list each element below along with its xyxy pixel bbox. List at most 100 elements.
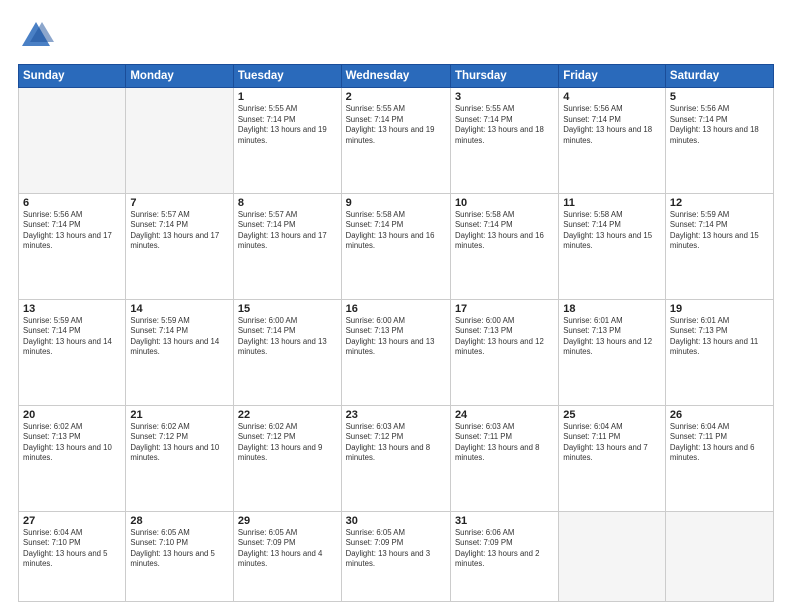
day-number: 20 — [23, 409, 121, 421]
calendar-cell — [559, 511, 666, 601]
logo — [18, 18, 58, 54]
week-row-1: 1Sunrise: 5:55 AM Sunset: 7:14 PM Daylig… — [19, 88, 774, 194]
weekday-header-row: SundayMondayTuesdayWednesdayThursdayFrid… — [19, 65, 774, 88]
week-row-2: 6Sunrise: 5:56 AM Sunset: 7:14 PM Daylig… — [19, 193, 774, 299]
weekday-header-thursday: Thursday — [450, 65, 558, 88]
day-info: Sunrise: 6:04 AM Sunset: 7:11 PM Dayligh… — [563, 422, 661, 464]
day-number: 18 — [563, 303, 661, 315]
day-info: Sunrise: 5:56 AM Sunset: 7:14 PM Dayligh… — [23, 210, 121, 252]
weekday-header-tuesday: Tuesday — [233, 65, 341, 88]
day-number: 29 — [238, 515, 337, 527]
day-info: Sunrise: 6:05 AM Sunset: 7:09 PM Dayligh… — [238, 528, 337, 570]
calendar-cell: 1Sunrise: 5:55 AM Sunset: 7:14 PM Daylig… — [233, 88, 341, 194]
day-number: 2 — [346, 91, 446, 103]
day-number: 15 — [238, 303, 337, 315]
calendar-cell: 29Sunrise: 6:05 AM Sunset: 7:09 PM Dayli… — [233, 511, 341, 601]
calendar-cell: 9Sunrise: 5:58 AM Sunset: 7:14 PM Daylig… — [341, 193, 450, 299]
day-number: 4 — [563, 91, 661, 103]
weekday-header-wednesday: Wednesday — [341, 65, 450, 88]
calendar-cell: 5Sunrise: 5:56 AM Sunset: 7:14 PM Daylig… — [665, 88, 773, 194]
day-info: Sunrise: 6:05 AM Sunset: 7:10 PM Dayligh… — [130, 528, 229, 570]
day-number: 11 — [563, 197, 661, 209]
day-info: Sunrise: 5:58 AM Sunset: 7:14 PM Dayligh… — [346, 210, 446, 252]
week-row-3: 13Sunrise: 5:59 AM Sunset: 7:14 PM Dayli… — [19, 299, 774, 405]
calendar-cell: 23Sunrise: 6:03 AM Sunset: 7:12 PM Dayli… — [341, 405, 450, 511]
weekday-header-sunday: Sunday — [19, 65, 126, 88]
day-number: 28 — [130, 515, 229, 527]
calendar-cell: 10Sunrise: 5:58 AM Sunset: 7:14 PM Dayli… — [450, 193, 558, 299]
day-number: 24 — [455, 409, 554, 421]
calendar-page: SundayMondayTuesdayWednesdayThursdayFrid… — [0, 0, 792, 612]
calendar-cell: 20Sunrise: 6:02 AM Sunset: 7:13 PM Dayli… — [19, 405, 126, 511]
day-number: 7 — [130, 197, 229, 209]
day-info: Sunrise: 6:03 AM Sunset: 7:12 PM Dayligh… — [346, 422, 446, 464]
calendar-cell: 31Sunrise: 6:06 AM Sunset: 7:09 PM Dayli… — [450, 511, 558, 601]
day-number: 21 — [130, 409, 229, 421]
logo-icon — [18, 18, 54, 54]
day-number: 13 — [23, 303, 121, 315]
calendar-cell: 22Sunrise: 6:02 AM Sunset: 7:12 PM Dayli… — [233, 405, 341, 511]
calendar-cell: 11Sunrise: 5:58 AM Sunset: 7:14 PM Dayli… — [559, 193, 666, 299]
calendar-cell — [665, 511, 773, 601]
day-info: Sunrise: 5:57 AM Sunset: 7:14 PM Dayligh… — [130, 210, 229, 252]
day-info: Sunrise: 5:58 AM Sunset: 7:14 PM Dayligh… — [455, 210, 554, 252]
calendar-cell: 2Sunrise: 5:55 AM Sunset: 7:14 PM Daylig… — [341, 88, 450, 194]
calendar-cell: 14Sunrise: 5:59 AM Sunset: 7:14 PM Dayli… — [126, 299, 234, 405]
day-number: 25 — [563, 409, 661, 421]
day-info: Sunrise: 6:00 AM Sunset: 7:13 PM Dayligh… — [455, 316, 554, 358]
calendar-cell: 13Sunrise: 5:59 AM Sunset: 7:14 PM Dayli… — [19, 299, 126, 405]
day-number: 1 — [238, 91, 337, 103]
calendar-cell: 21Sunrise: 6:02 AM Sunset: 7:12 PM Dayli… — [126, 405, 234, 511]
calendar-cell: 15Sunrise: 6:00 AM Sunset: 7:14 PM Dayli… — [233, 299, 341, 405]
calendar-cell: 17Sunrise: 6:00 AM Sunset: 7:13 PM Dayli… — [450, 299, 558, 405]
day-number: 17 — [455, 303, 554, 315]
day-info: Sunrise: 5:55 AM Sunset: 7:14 PM Dayligh… — [455, 104, 554, 146]
calendar-cell — [126, 88, 234, 194]
day-info: Sunrise: 6:04 AM Sunset: 7:11 PM Dayligh… — [670, 422, 769, 464]
day-number: 14 — [130, 303, 229, 315]
day-info: Sunrise: 6:02 AM Sunset: 7:12 PM Dayligh… — [130, 422, 229, 464]
day-info: Sunrise: 5:58 AM Sunset: 7:14 PM Dayligh… — [563, 210, 661, 252]
day-info: Sunrise: 5:55 AM Sunset: 7:14 PM Dayligh… — [346, 104, 446, 146]
calendar-cell: 8Sunrise: 5:57 AM Sunset: 7:14 PM Daylig… — [233, 193, 341, 299]
day-info: Sunrise: 6:01 AM Sunset: 7:13 PM Dayligh… — [670, 316, 769, 358]
header — [18, 18, 774, 54]
day-number: 19 — [670, 303, 769, 315]
day-info: Sunrise: 5:56 AM Sunset: 7:14 PM Dayligh… — [670, 104, 769, 146]
day-number: 3 — [455, 91, 554, 103]
day-number: 26 — [670, 409, 769, 421]
calendar-cell: 7Sunrise: 5:57 AM Sunset: 7:14 PM Daylig… — [126, 193, 234, 299]
calendar-cell: 28Sunrise: 6:05 AM Sunset: 7:10 PM Dayli… — [126, 511, 234, 601]
day-number: 16 — [346, 303, 446, 315]
day-info: Sunrise: 5:55 AM Sunset: 7:14 PM Dayligh… — [238, 104, 337, 146]
calendar-cell: 18Sunrise: 6:01 AM Sunset: 7:13 PM Dayli… — [559, 299, 666, 405]
calendar-cell: 3Sunrise: 5:55 AM Sunset: 7:14 PM Daylig… — [450, 88, 558, 194]
day-info: Sunrise: 5:59 AM Sunset: 7:14 PM Dayligh… — [23, 316, 121, 358]
day-info: Sunrise: 6:02 AM Sunset: 7:13 PM Dayligh… — [23, 422, 121, 464]
week-row-4: 20Sunrise: 6:02 AM Sunset: 7:13 PM Dayli… — [19, 405, 774, 511]
day-info: Sunrise: 6:00 AM Sunset: 7:14 PM Dayligh… — [238, 316, 337, 358]
day-number: 12 — [670, 197, 769, 209]
calendar-cell: 12Sunrise: 5:59 AM Sunset: 7:14 PM Dayli… — [665, 193, 773, 299]
day-number: 6 — [23, 197, 121, 209]
day-info: Sunrise: 6:01 AM Sunset: 7:13 PM Dayligh… — [563, 316, 661, 358]
calendar-cell: 4Sunrise: 5:56 AM Sunset: 7:14 PM Daylig… — [559, 88, 666, 194]
calendar-cell: 24Sunrise: 6:03 AM Sunset: 7:11 PM Dayli… — [450, 405, 558, 511]
day-info: Sunrise: 6:06 AM Sunset: 7:09 PM Dayligh… — [455, 528, 554, 570]
day-number: 8 — [238, 197, 337, 209]
day-info: Sunrise: 6:04 AM Sunset: 7:10 PM Dayligh… — [23, 528, 121, 570]
weekday-header-saturday: Saturday — [665, 65, 773, 88]
day-number: 10 — [455, 197, 554, 209]
week-row-5: 27Sunrise: 6:04 AM Sunset: 7:10 PM Dayli… — [19, 511, 774, 601]
calendar-cell: 6Sunrise: 5:56 AM Sunset: 7:14 PM Daylig… — [19, 193, 126, 299]
weekday-header-friday: Friday — [559, 65, 666, 88]
day-number: 30 — [346, 515, 446, 527]
day-number: 23 — [346, 409, 446, 421]
day-info: Sunrise: 5:56 AM Sunset: 7:14 PM Dayligh… — [563, 104, 661, 146]
day-info: Sunrise: 6:03 AM Sunset: 7:11 PM Dayligh… — [455, 422, 554, 464]
calendar-cell: 30Sunrise: 6:05 AM Sunset: 7:09 PM Dayli… — [341, 511, 450, 601]
day-info: Sunrise: 6:00 AM Sunset: 7:13 PM Dayligh… — [346, 316, 446, 358]
calendar-cell: 26Sunrise: 6:04 AM Sunset: 7:11 PM Dayli… — [665, 405, 773, 511]
day-number: 27 — [23, 515, 121, 527]
day-info: Sunrise: 6:05 AM Sunset: 7:09 PM Dayligh… — [346, 528, 446, 570]
